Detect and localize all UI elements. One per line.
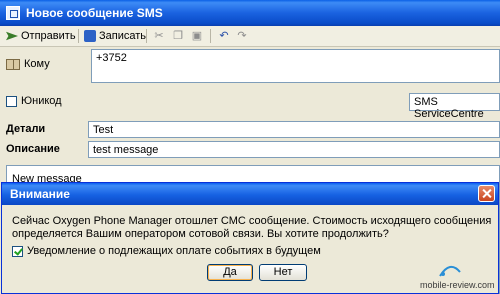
notify-label: Уведомление о подлежащих оплате событиях… [27,245,321,257]
to-field[interactable]: +3752 [91,49,500,83]
unicode-checkbox[interactable] [6,95,17,107]
address-book-icon[interactable] [6,58,20,70]
dialog-message: Сейчас Oxygen Phone Manager отошлет СМС … [12,215,492,240]
close-icon[interactable] [478,185,495,202]
dialog-titlebar[interactable]: Внимание [2,183,498,205]
toolbar-separator [146,29,147,43]
to-label: Кому [24,58,50,70]
unicode-checkbox-row[interactable]: Юникод [6,95,62,107]
description-field[interactable]: test message [88,141,500,158]
toolbar: Отправить Записать ✂ ❐ ▣ ↶ ↷ [0,26,500,47]
notify-checkbox[interactable] [12,245,23,257]
paste-icon[interactable]: ▣ [191,30,203,42]
record-button[interactable]: Записать [84,28,146,44]
save-icon [84,30,96,42]
send-button[interactable]: Отправить [6,28,76,44]
cut-icon[interactable]: ✂ [153,30,165,42]
unicode-label: Юникод [21,95,62,107]
toolbar-separator [210,29,211,43]
send-label: Отправить [21,30,76,42]
details-field[interactable]: Test [88,121,500,138]
copy-icon[interactable]: ❐ [172,30,184,42]
app-icon [6,6,20,20]
yes-button[interactable]: Да [207,264,253,281]
details-label: Детали [6,123,46,135]
window-titlebar[interactable]: Новое сообщение SMS [0,0,500,26]
no-button[interactable]: Нет [259,264,307,281]
toolbar-separator [78,29,79,43]
send-icon [6,31,18,41]
window-title: Новое сообщение SMS [26,6,163,20]
undo-icon[interactable]: ↶ [218,30,230,42]
confirm-dialog: Внимание Сейчас Oxygen Phone Manager ото… [1,182,499,294]
sms-center-select[interactable]: SMS ServiceCentre (+3 [409,93,500,132]
dialog-title: Внимание [10,187,70,201]
description-label: Описание [6,143,60,155]
record-label: Записать [99,30,147,42]
to-row: Кому [6,58,50,70]
watermark-logo-icon [439,265,461,277]
watermark: mobile-review.com [420,280,495,290]
notify-checkbox-row[interactable]: Уведомление о подлежащих оплате событиях… [12,245,321,257]
redo-icon[interactable]: ↷ [236,30,248,42]
